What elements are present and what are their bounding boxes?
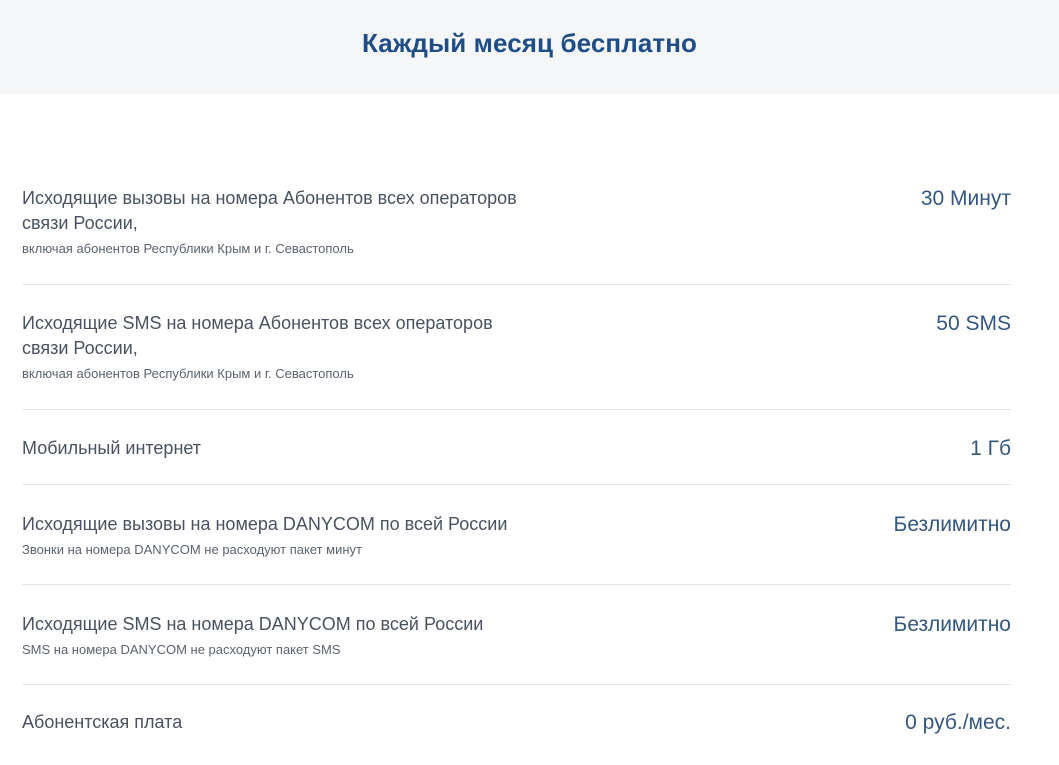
feature-value: 1 Гб [970,437,1011,460]
tariff-features-list: Исходящие вызовы на номера Абонентов все… [22,160,1011,765]
feature-row-calls-danycom: Исходящие вызовы на номера DANYCOM по вс… [22,485,1011,585]
feature-subtitle: включая абонентов Республики Крым и г. С… [22,366,354,381]
feature-row-mobile-internet: Мобильный интернет 1 Гб [22,410,1011,485]
feature-value: 50 SMS [936,312,1011,335]
feature-row-subscription-fee: Абонентская плата 0 руб./мес. [22,685,1011,765]
feature-title: Мобильный интернет [22,438,202,458]
feature-value: Безлимитно [893,613,1011,636]
feature-subtitle: Звонки на номера DANYCOM не расходуют па… [22,542,363,557]
feature-subtitle: включая абонентов Республики Крым и г. С… [22,241,354,256]
feature-title: Исходящие вызовы на номера DANYCOM по вс… [22,514,508,534]
feature-title: Исходящие SMS на номера Абонентов всех о… [22,313,493,358]
feature-title: Абонентская плата [22,712,183,732]
feature-title: Исходящие вызовы на номера Абонентов все… [22,188,517,233]
section-header: Каждый месяц бесплатно [0,0,1059,94]
feature-row-sms-danycom: Исходящие SMS на номера DANYCOM по всей … [22,585,1011,685]
feature-row-calls-all-operators: Исходящие вызовы на номера Абонентов все… [22,160,1011,285]
feature-title: Исходящие SMS на номера DANYCOM по всей … [22,614,484,634]
feature-value: 0 руб./мес. [905,711,1011,734]
feature-subtitle: SMS на номера DANYCOM не расходуют пакет… [22,642,341,657]
feature-value: Безлимитно [893,513,1011,536]
section-title: Каждый месяц бесплатно [361,27,698,58]
feature-value: 30 Минут [920,187,1011,210]
feature-row-sms-all-operators: Исходящие SMS на номера Абонентов всех о… [22,285,1011,410]
